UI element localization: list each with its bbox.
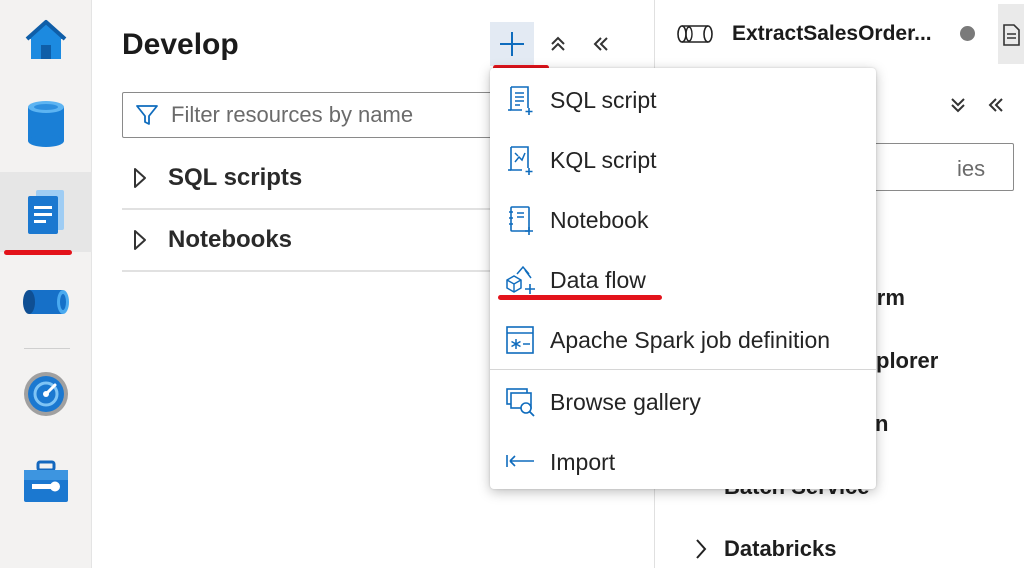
menu-item-label: Browse gallery <box>550 388 701 415</box>
nav-home[interactable] <box>0 0 92 80</box>
menu-item-label: Notebook <box>550 206 649 233</box>
add-new-resource-button[interactable] <box>490 22 534 66</box>
menu-item-label: Data flow <box>550 266 646 293</box>
collapse-all-button[interactable] <box>544 30 572 58</box>
menu-item-import[interactable]: Import <box>490 432 876 492</box>
unsaved-indicator <box>960 26 975 41</box>
menu-item-data-flow[interactable]: Data flow <box>490 250 876 310</box>
chevron-right-icon <box>694 538 708 565</box>
add-resource-menu: SQL script KQL script Notebook Data flow… <box>490 68 876 489</box>
menu-item-kql-script[interactable]: KQL script <box>490 130 876 190</box>
collapse-panel-button[interactable] <box>587 30 615 58</box>
menu-item-label: Import <box>550 448 616 475</box>
tree-item-notebooks[interactable]: Notebooks <box>122 210 522 272</box>
collapse-right-panel-button[interactable] <box>982 91 1010 119</box>
notebook-icon <box>509 206 533 235</box>
caret-right-icon <box>134 230 146 250</box>
tab-title: ExtractSalesOrder... <box>732 22 932 45</box>
search-placeholder-partial: ies <box>957 156 986 181</box>
next-tab[interactable] <box>998 4 1024 64</box>
filter-icon <box>136 105 158 125</box>
filter-resources-field[interactable] <box>122 92 502 138</box>
develop-highlight <box>4 250 72 255</box>
activity-bar <box>0 0 92 568</box>
page-title: Develop <box>122 28 239 61</box>
plus-icon <box>500 32 524 56</box>
tree-item-sql-scripts[interactable]: SQL scripts <box>122 148 522 210</box>
nav-integrate[interactable] <box>0 262 92 342</box>
database-icon <box>28 101 64 147</box>
toolbox-icon <box>24 460 68 502</box>
data-flow-highlight <box>498 295 662 300</box>
tree-item-label: SQL scripts <box>168 164 303 191</box>
chevron-double-up-icon <box>551 36 565 51</box>
home-icon <box>25 20 67 59</box>
menu-item-spark-job-definition[interactable]: Apache Spark job definition <box>490 310 876 370</box>
pipeline-tab-icon <box>677 25 713 43</box>
menu-item-label: KQL script <box>550 146 657 173</box>
filter-resources-input[interactable] <box>171 102 491 128</box>
menu-item-notebook[interactable]: Notebook <box>490 190 876 250</box>
menu-item-sql-script[interactable]: SQL script <box>490 70 876 130</box>
nav-manage[interactable] <box>0 442 92 522</box>
tree-item-label: Notebooks <box>168 226 293 253</box>
menu-item-label: Apache Spark job definition <box>550 326 831 353</box>
sql-script-icon <box>508 86 533 115</box>
import-icon <box>506 455 534 467</box>
document-tab-icon <box>1003 24 1020 46</box>
chevron-double-left-icon <box>988 98 1003 112</box>
nav-divider <box>24 348 70 349</box>
menu-item-label: SQL script <box>550 86 657 113</box>
spark-job-icon <box>506 326 534 354</box>
kql-script-icon <box>508 146 533 175</box>
editor-tab[interactable]: ExtractSalesOrder... <box>656 0 1024 68</box>
gauge-icon <box>24 372 68 416</box>
gallery-icon <box>506 388 535 417</box>
nav-develop[interactable] <box>0 172 92 252</box>
caret-right-icon <box>134 168 146 188</box>
nav-monitor[interactable] <box>0 354 92 434</box>
menu-divider <box>490 369 876 370</box>
activity-category[interactable]: n <box>875 411 888 437</box>
document-icon <box>28 190 64 234</box>
nav-data[interactable] <box>0 84 92 164</box>
menu-item-browse-gallery[interactable]: Browse gallery <box>490 372 876 432</box>
activity-category-databricks[interactable]: Databricks <box>724 536 837 562</box>
data-flow-icon <box>506 265 535 294</box>
pipeline-icon <box>23 290 69 314</box>
expand-all-button[interactable] <box>944 91 972 119</box>
activity-category[interactable]: plorer <box>876 348 938 374</box>
chevron-double-left-icon <box>593 37 608 51</box>
chevron-double-down-icon <box>951 98 965 113</box>
